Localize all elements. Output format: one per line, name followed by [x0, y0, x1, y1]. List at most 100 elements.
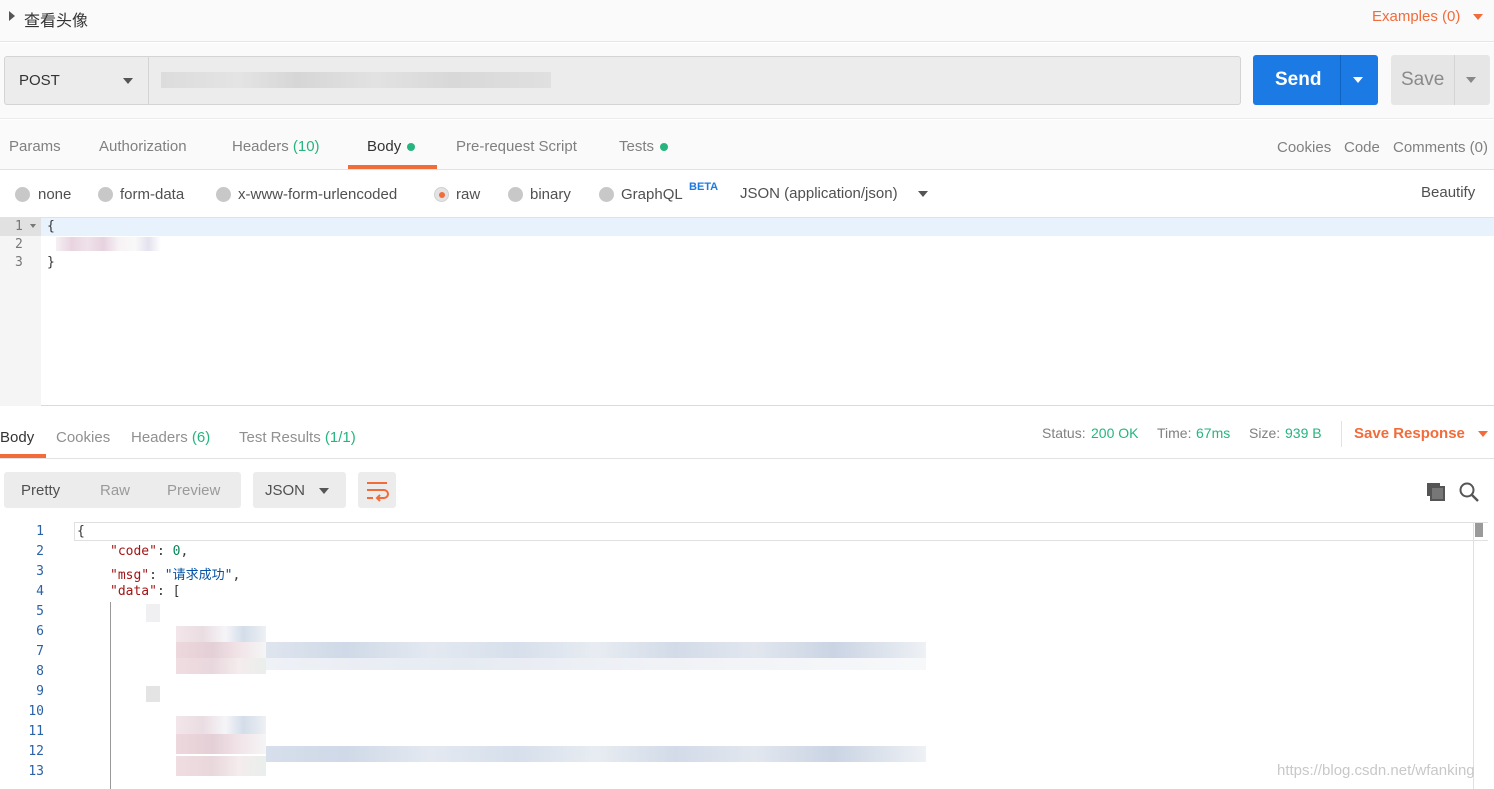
radio-binary[interactable]: [508, 187, 523, 202]
json-bracket: [: [172, 584, 181, 599]
line-number: 8: [36, 664, 44, 679]
radio-none[interactable]: [15, 187, 30, 202]
body-active-dot-icon: [407, 143, 416, 152]
redacted-request-body: [56, 237, 161, 251]
watermark-text: https://blog.csdn.net/wfanking: [1277, 762, 1475, 779]
save-response-label: Save Response: [1354, 425, 1465, 442]
code-line: {: [47, 219, 55, 234]
line-number: 2: [15, 237, 23, 252]
fold-icon[interactable]: [30, 224, 36, 228]
request-name[interactable]: 查看头像: [24, 7, 88, 31]
beta-badge: BETA: [689, 181, 719, 193]
tab-headers[interactable]: Headers (10): [232, 138, 320, 155]
request-tabs: [0, 120, 1494, 170]
method-select[interactable]: POST: [4, 56, 149, 105]
code-link[interactable]: Code: [1344, 139, 1380, 156]
cookies-link[interactable]: Cookies: [1277, 139, 1331, 156]
option-form-data-label[interactable]: form-data: [120, 186, 184, 203]
tab-tests-label: Tests: [619, 138, 655, 155]
line-number: 7: [36, 644, 44, 659]
send-dropdown-icon[interactable]: [1353, 77, 1363, 83]
tab-tests[interactable]: Tests: [619, 138, 669, 155]
line-number: 9: [36, 684, 44, 699]
line-number: 4: [36, 584, 44, 599]
status-divider: [1341, 421, 1342, 447]
option-graphql-label[interactable]: GraphQL: [621, 186, 683, 203]
tab-test-results[interactable]: Test Results (1/1): [239, 429, 356, 446]
chevron-down-icon[interactable]: [918, 191, 928, 197]
tab-headers-label: Headers: [232, 138, 289, 155]
chevron-down-icon: [123, 78, 133, 84]
format-select[interactable]: JSON: [253, 472, 346, 508]
tab-body[interactable]: Body: [367, 138, 416, 155]
save-button[interactable]: Save: [1391, 55, 1490, 105]
line-number: 3: [15, 255, 23, 270]
tab-response-body[interactable]: Body: [0, 429, 34, 446]
indent-guide: [110, 602, 111, 789]
search-icon[interactable]: [1458, 481, 1480, 503]
tab-authorization[interactable]: Authorization: [99, 138, 187, 155]
line-number: 3: [36, 564, 44, 579]
line-number: 6: [36, 624, 44, 639]
content-type-select[interactable]: JSON (application/json): [740, 185, 898, 202]
option-none-label[interactable]: none: [38, 186, 71, 203]
url-input[interactable]: [148, 56, 1241, 105]
wrap-lines-button[interactable]: [358, 472, 396, 508]
save-response-button[interactable]: Save Response: [1354, 425, 1489, 442]
comments-link[interactable]: Comments (0): [1393, 139, 1488, 156]
status-value[interactable]: 200 OK: [1091, 425, 1138, 441]
option-binary-label[interactable]: binary: [530, 186, 571, 203]
format-label: JSON: [265, 482, 306, 499]
pretty-button[interactable]: Pretty: [21, 482, 60, 499]
option-urlencoded-label[interactable]: x-www-form-urlencoded: [238, 186, 397, 203]
json-key: "msg": [110, 568, 150, 583]
raw-button[interactable]: Raw: [100, 482, 130, 499]
size-value[interactable]: 939 B: [1285, 425, 1322, 441]
tests-active-dot-icon: [660, 143, 669, 152]
line-number: 1: [15, 219, 23, 234]
send-button[interactable]: Send: [1253, 55, 1378, 105]
send-divider: [1340, 55, 1341, 105]
active-line-highlight: [41, 218, 1494, 236]
tab-params[interactable]: Params: [9, 138, 61, 155]
expand-caret-icon[interactable]: [9, 11, 15, 21]
line-number: 13: [28, 764, 44, 779]
preview-button[interactable]: Preview: [167, 482, 220, 499]
radio-urlencoded[interactable]: [216, 187, 231, 202]
time-value[interactable]: 67ms: [1196, 425, 1230, 441]
vertical-scrollbar[interactable]: [1473, 522, 1489, 789]
tab-response-headers[interactable]: Headers (6): [131, 429, 210, 446]
tab-prerequest-script[interactable]: Pre-request Script: [456, 138, 577, 155]
tab-response-headers-count: (6): [191, 429, 211, 446]
active-tab-underline: [348, 165, 437, 169]
tab-test-results-label: Test Results: [239, 429, 321, 446]
chevron-down-icon: [1478, 431, 1489, 438]
line-number: 11: [28, 724, 44, 739]
status-label: Status:: [1042, 425, 1086, 441]
save-divider: [1454, 55, 1455, 105]
tab-test-results-count: (1/1): [324, 429, 356, 446]
code-line: "msg": "请求成功",: [110, 568, 241, 583]
radio-form-data[interactable]: [98, 187, 113, 202]
time-label: Time:: [1157, 425, 1192, 441]
wrap-lines-icon: [367, 482, 389, 502]
save-dropdown-icon[interactable]: [1466, 77, 1476, 83]
radio-raw[interactable]: [434, 187, 449, 202]
option-raw-label[interactable]: raw: [456, 186, 480, 203]
code-line: {: [77, 524, 85, 539]
radio-graphql[interactable]: [599, 187, 614, 202]
request-title-bar: [0, 0, 1494, 42]
copy-icon[interactable]: [1425, 481, 1447, 503]
beautify-link[interactable]: Beautify: [1421, 184, 1475, 201]
active-tab-underline: [0, 454, 46, 458]
scrollbar-thumb[interactable]: [1475, 523, 1483, 537]
request-body-editor[interactable]: [0, 217, 1494, 406]
tab-response-cookies[interactable]: Cookies: [56, 429, 110, 446]
code-line: "code": 0,: [110, 544, 189, 559]
examples-dropdown[interactable]: Examples (0): [1372, 8, 1483, 25]
line-number: 10: [28, 704, 44, 719]
tab-headers-count: (10): [292, 138, 320, 155]
code-line: }: [47, 255, 55, 270]
tab-body-label: Body: [367, 138, 402, 155]
active-line-box: [74, 522, 1488, 541]
